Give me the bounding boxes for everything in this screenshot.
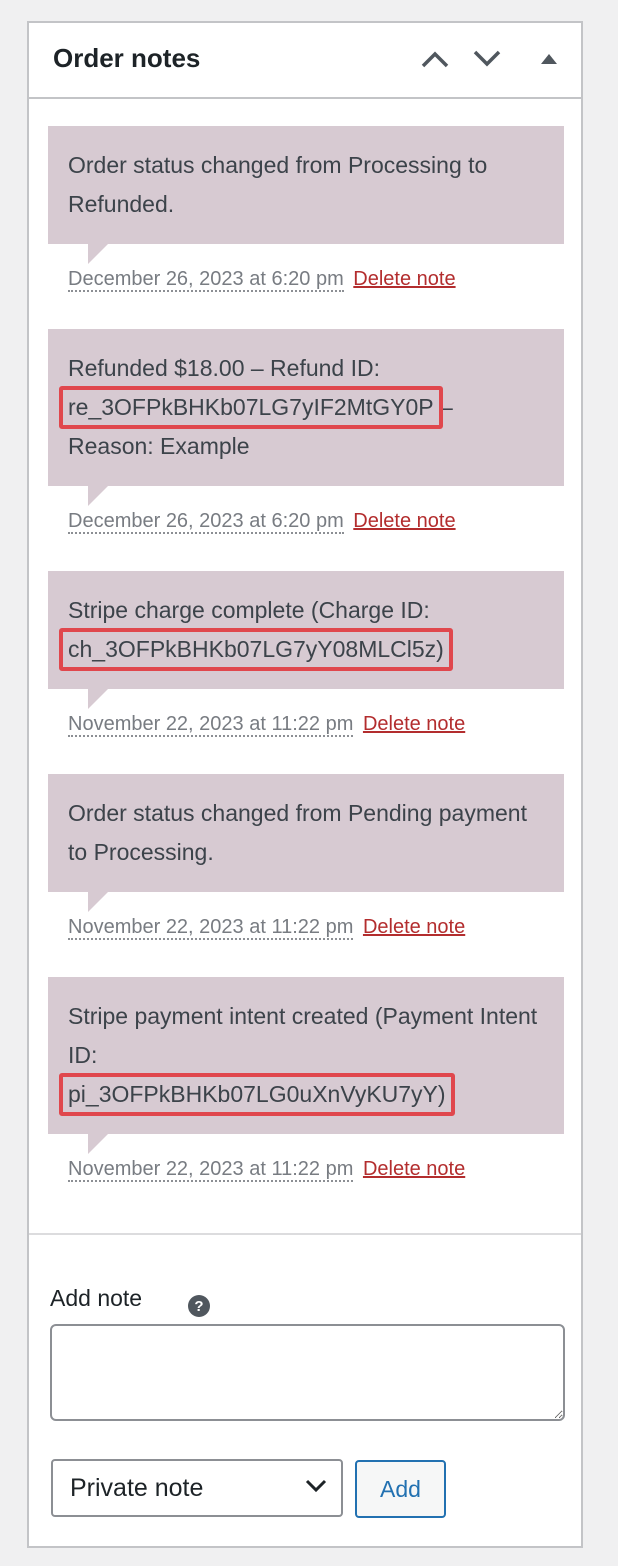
move-down-button[interactable] (471, 43, 503, 75)
note-type-selected: Private note (70, 1473, 204, 1502)
triangle-up-icon (541, 54, 557, 64)
note-date: November 22, 2023 at 11:22 pm (68, 1158, 354, 1182)
delete-note-link[interactable]: Delete note (363, 713, 465, 735)
note-text: Order status changed from Processing to … (68, 152, 488, 217)
help-icon[interactable]: ? (188, 1295, 210, 1317)
note-date: December 26, 2023 at 6:20 pm (68, 510, 344, 534)
panel-header: Order notes (29, 23, 581, 99)
toggle-panel-button[interactable] (533, 43, 565, 75)
note-meta: November 22, 2023 at 11:22 pm Delete not… (48, 916, 564, 940)
note-text: Stripe payment intent created (Payment I… (68, 1003, 538, 1068)
highlighted-charge-id: ch_3OFPkBHKb07LG7yY08MLCl5z) (59, 628, 453, 671)
note-date: November 22, 2023 at 11:22 pm (68, 713, 354, 737)
note-content: Order status changed from Processing to … (48, 126, 564, 264)
note-content: Stripe charge complete (Charge ID: ch_3O… (48, 571, 564, 709)
note-content: Refunded $18.00 – Refund ID: re_3OFPkBHK… (48, 329, 564, 506)
note-meta: November 22, 2023 at 11:22 pm Delete not… (48, 713, 564, 737)
delete-note-link[interactable]: Delete note (353, 268, 455, 290)
chevron-down-icon (305, 1479, 327, 1493)
panel-title: Order notes (53, 43, 201, 73)
note-date: December 26, 2023 at 6:20 pm (68, 268, 344, 292)
note-meta: November 22, 2023 at 11:22 pm Delete not… (48, 1158, 564, 1182)
note-content: Order status changed from Pending paymen… (48, 774, 564, 912)
delete-note-link[interactable]: Delete note (353, 510, 455, 532)
move-up-button[interactable] (419, 43, 451, 75)
note-meta: December 26, 2023 at 6:20 pm Delete note (48, 510, 564, 534)
note-meta: December 26, 2023 at 6:20 pm Delete note (48, 268, 564, 292)
note-type-select[interactable]: Private note (51, 1459, 343, 1517)
note-item: Order status changed from Processing to … (48, 126, 564, 292)
chevron-up-icon (421, 51, 449, 68)
highlighted-payment-intent-id: pi_3OFPkBHKb07LG0uXnVyKU7yY) (59, 1073, 455, 1116)
note-text: Order status changed from Pending paymen… (68, 800, 527, 865)
add-note-label: Add note (50, 1285, 143, 1311)
note-text: Stripe charge complete (Charge ID: (68, 597, 430, 623)
delete-note-link[interactable]: Delete note (363, 916, 465, 938)
highlighted-refund-id: re_3OFPkBHKb07LG7yIF2MtGY0P (59, 386, 443, 429)
note-item: Refunded $18.00 – Refund ID: re_3OFPkBHK… (48, 329, 564, 534)
note-date: November 22, 2023 at 11:22 pm (68, 916, 354, 940)
divider (29, 1233, 581, 1235)
note-item: Stripe payment intent created (Payment I… (48, 977, 564, 1182)
add-note-button[interactable]: Add (355, 1460, 446, 1518)
note-item: Order status changed from Pending paymen… (48, 774, 564, 940)
note-content: Stripe payment intent created (Payment I… (48, 977, 564, 1154)
order-notes-panel: Order notes Order status changed from Pr… (27, 21, 583, 1548)
note-item: Stripe charge complete (Charge ID: ch_3O… (48, 571, 564, 737)
delete-note-link[interactable]: Delete note (363, 1158, 465, 1180)
note-text: Refunded $18.00 – Refund ID: (68, 355, 381, 381)
add-note-textarea[interactable] (50, 1324, 565, 1421)
chevron-down-icon (473, 50, 501, 67)
